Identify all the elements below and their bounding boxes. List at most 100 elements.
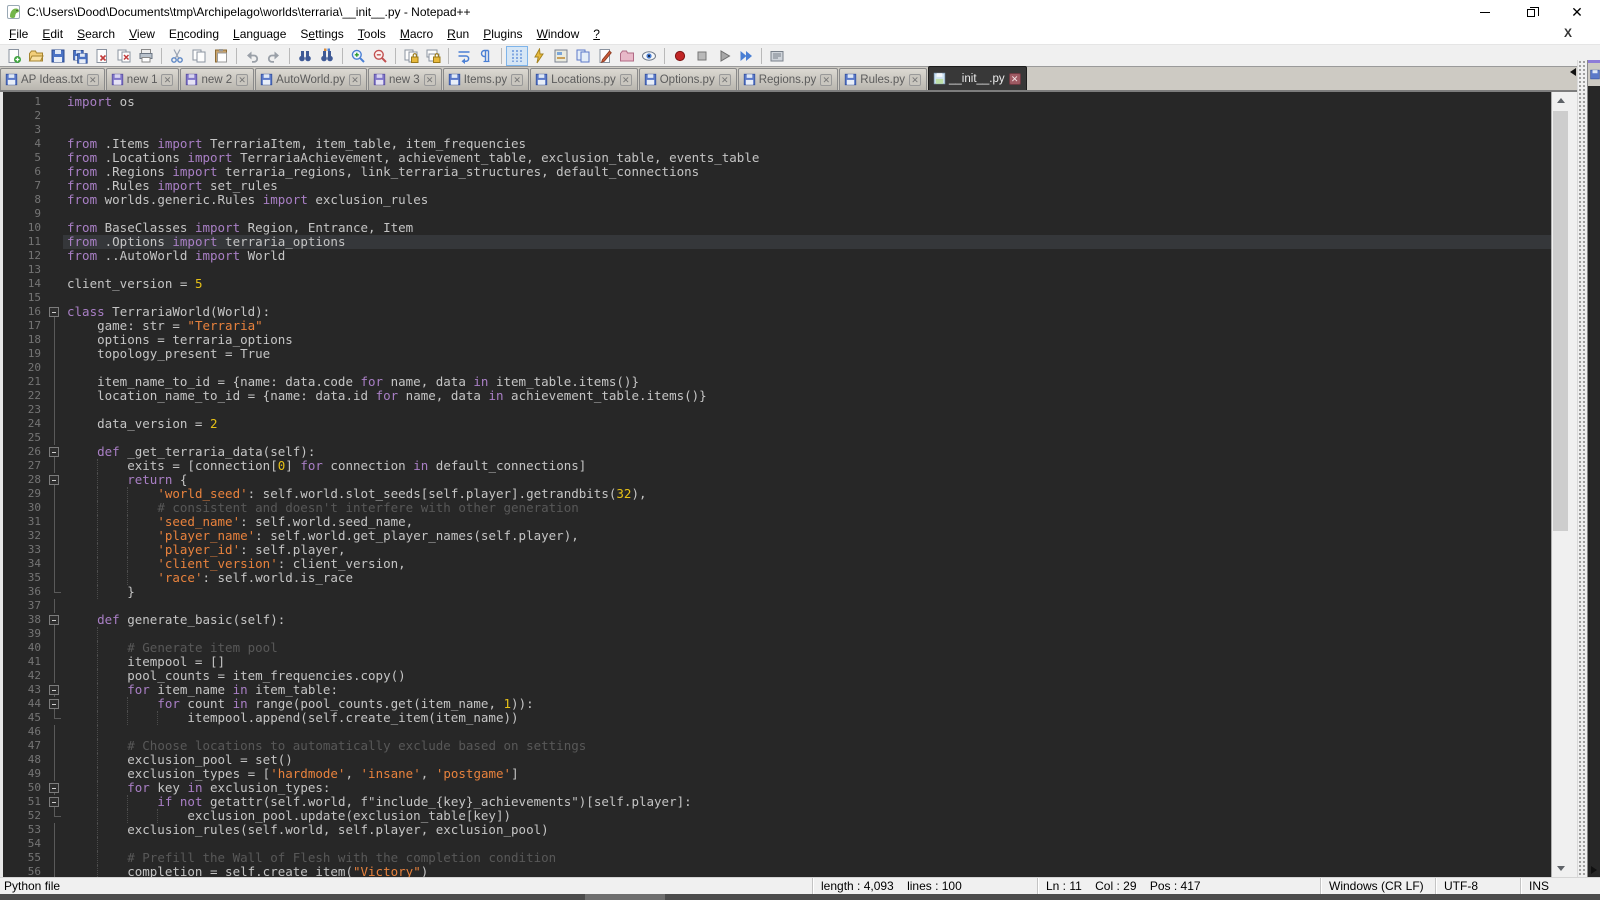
macro-play-button[interactable] bbox=[713, 46, 735, 66]
code-line[interactable]: 50 for key in exclusion_types: bbox=[3, 781, 1551, 795]
menu-item-search[interactable]: Search bbox=[70, 25, 122, 43]
code-line[interactable]: 14client_version = 5 bbox=[3, 277, 1551, 291]
print-button[interactable] bbox=[135, 46, 157, 66]
sync-vertical-button[interactable] bbox=[400, 46, 422, 66]
zoom-out-button[interactable] bbox=[369, 46, 391, 66]
tab-close-icon[interactable]: ✕ bbox=[820, 74, 832, 86]
minimize-button[interactable] bbox=[1462, 0, 1508, 24]
scrollbar-thumb[interactable] bbox=[1553, 111, 1568, 531]
replace-button[interactable] bbox=[316, 46, 338, 66]
menu-close-icon[interactable]: X bbox=[1564, 26, 1572, 40]
code-line[interactable]: 30 # consistent and doesn't interfere wi… bbox=[3, 501, 1551, 515]
code-line[interactable]: 17 game: str = "Terraria" bbox=[3, 319, 1551, 333]
menu-item-macro[interactable]: Macro bbox=[393, 25, 440, 43]
show-all-characters-button[interactable] bbox=[475, 46, 497, 66]
scrollbar-track[interactable] bbox=[1552, 109, 1569, 860]
close-all-button[interactable] bbox=[113, 46, 135, 66]
tab-options-py[interactable]: Options.py✕ bbox=[639, 68, 737, 90]
code-line[interactable]: 45 itempool.append(self.create_item(item… bbox=[3, 711, 1551, 725]
code-line[interactable]: 22 location_name_to_id = {name: data.id … bbox=[3, 389, 1551, 403]
code-line[interactable]: 3 bbox=[3, 123, 1551, 137]
tab-close-icon[interactable]: ✕ bbox=[236, 74, 248, 86]
save-all-button[interactable] bbox=[69, 46, 91, 66]
tab-close-icon[interactable]: ✕ bbox=[719, 74, 731, 86]
macro-save-button[interactable] bbox=[766, 46, 788, 66]
code-line[interactable]: 43 for item_name in item_table: bbox=[3, 683, 1551, 697]
monitoring-button[interactable] bbox=[638, 46, 660, 66]
code-line[interactable]: 26 def _get_terraria_data(self): bbox=[3, 445, 1551, 459]
code-line[interactable]: 40 # Generate item pool bbox=[3, 641, 1551, 655]
macro-stop-button[interactable] bbox=[691, 46, 713, 66]
code-line[interactable]: 36 } bbox=[3, 585, 1551, 599]
zoom-in-button[interactable] bbox=[347, 46, 369, 66]
code-line[interactable]: 54 bbox=[3, 837, 1551, 851]
fold-margin[interactable] bbox=[47, 473, 63, 487]
code-line[interactable]: 37 bbox=[3, 599, 1551, 613]
code-line[interactable]: 51 if not getattr(self.world, f"include_… bbox=[3, 795, 1551, 809]
vertical-scrollbar[interactable] bbox=[1551, 92, 1569, 877]
code-line[interactable]: 49 exclusion_types = ['hardmode', 'insan… bbox=[3, 767, 1551, 781]
code-line[interactable]: 24 data_version = 2 bbox=[3, 417, 1551, 431]
tab-regions-py[interactable]: Regions.py✕ bbox=[738, 68, 839, 90]
code-line[interactable]: 15 bbox=[3, 291, 1551, 305]
code-line[interactable]: 52 exclusion_pool.update(exclusion_table… bbox=[3, 809, 1551, 823]
word-wrap-button[interactable] bbox=[453, 46, 475, 66]
menu-item-edit[interactable]: Edit bbox=[35, 25, 70, 43]
tab-ap-ideas-txt[interactable]: AP Ideas.txt✕ bbox=[0, 68, 105, 90]
cut-button[interactable] bbox=[166, 46, 188, 66]
redo-button[interactable] bbox=[263, 46, 285, 66]
menu-item-run[interactable]: Run bbox=[440, 25, 476, 43]
code-line[interactable]: 44 for count in range(pool_counts.get(it… bbox=[3, 697, 1551, 711]
tab-close-icon[interactable]: ✕ bbox=[620, 74, 632, 86]
function-list-button[interactable] bbox=[528, 46, 550, 66]
secondary-hscroll-right-icon[interactable] bbox=[1591, 866, 1597, 874]
code-line[interactable]: 46 bbox=[3, 725, 1551, 739]
code-line[interactable]: 1import os bbox=[3, 95, 1551, 109]
code-line[interactable]: 9 bbox=[3, 207, 1551, 221]
find-button[interactable] bbox=[294, 46, 316, 66]
fold-margin[interactable] bbox=[47, 305, 63, 319]
code-line[interactable]: 5from .Locations import TerrariaAchievem… bbox=[3, 151, 1551, 165]
indent-guide-button[interactable] bbox=[506, 46, 528, 66]
document-map-button[interactable] bbox=[550, 46, 572, 66]
code-line[interactable]: 8from worlds.generic.Rules import exclus… bbox=[3, 193, 1551, 207]
code-line[interactable]: 25 bbox=[3, 431, 1551, 445]
tab-close-icon[interactable]: ✕ bbox=[87, 74, 99, 86]
code-line[interactable]: 47 # Choose locations to automatically e… bbox=[3, 739, 1551, 753]
fold-margin[interactable] bbox=[47, 781, 63, 795]
close-button[interactable]: ✕ bbox=[1554, 0, 1600, 24]
menu-item-tools[interactable]: Tools bbox=[351, 25, 393, 43]
macro-record-button[interactable] bbox=[669, 46, 691, 66]
fold-margin[interactable] bbox=[47, 683, 63, 697]
code-line[interactable]: 23 bbox=[3, 403, 1551, 417]
undo-button[interactable] bbox=[241, 46, 263, 66]
tab-rules-py[interactable]: Rules.py✕ bbox=[839, 68, 927, 90]
fold-margin[interactable] bbox=[47, 795, 63, 809]
menu-item-view[interactable]: View bbox=[122, 25, 162, 43]
code-line[interactable]: 29 'world_seed': self.world.slot_seeds[s… bbox=[3, 487, 1551, 501]
scroll-down-icon[interactable] bbox=[1552, 860, 1569, 877]
code-line[interactable]: 42 pool_counts = item_frequencies.copy() bbox=[3, 669, 1551, 683]
code-line[interactable]: 41 itempool = [] bbox=[3, 655, 1551, 669]
tab-close-icon[interactable]: ✕ bbox=[161, 74, 173, 86]
sync-horizontal-button[interactable] bbox=[422, 46, 444, 66]
close-file-button[interactable] bbox=[91, 46, 113, 66]
tab-locations-py[interactable]: Locations.py✕ bbox=[530, 68, 638, 90]
new-file-button[interactable] bbox=[3, 46, 25, 66]
menu-item-window[interactable]: Window bbox=[530, 25, 587, 43]
tab-close-icon[interactable]: ✕ bbox=[349, 74, 361, 86]
code-line[interactable]: 16class TerrariaWorld(World): bbox=[3, 305, 1551, 319]
code-line[interactable]: 4from .Items import TerrariaItem, item_t… bbox=[3, 137, 1551, 151]
tab-items-py[interactable]: Items.py✕ bbox=[443, 68, 529, 90]
scroll-up-icon[interactable] bbox=[1552, 92, 1569, 109]
code-line[interactable]: 10from BaseClasses import Region, Entran… bbox=[3, 221, 1551, 235]
splitter-grip[interactable] bbox=[1577, 60, 1587, 877]
code-line[interactable]: 35 'race': self.world.is_race bbox=[3, 571, 1551, 585]
code-line[interactable]: 21 item_name_to_id = {name: data.code fo… bbox=[3, 375, 1551, 389]
code-line[interactable]: 28 return { bbox=[3, 473, 1551, 487]
menu-item-language[interactable]: Language bbox=[226, 25, 293, 43]
fold-margin[interactable] bbox=[47, 697, 63, 711]
code-line[interactable]: 13 bbox=[3, 263, 1551, 277]
tab-new-3[interactable]: new 3✕ bbox=[368, 68, 442, 90]
tab-close-icon[interactable]: ✕ bbox=[909, 74, 921, 86]
